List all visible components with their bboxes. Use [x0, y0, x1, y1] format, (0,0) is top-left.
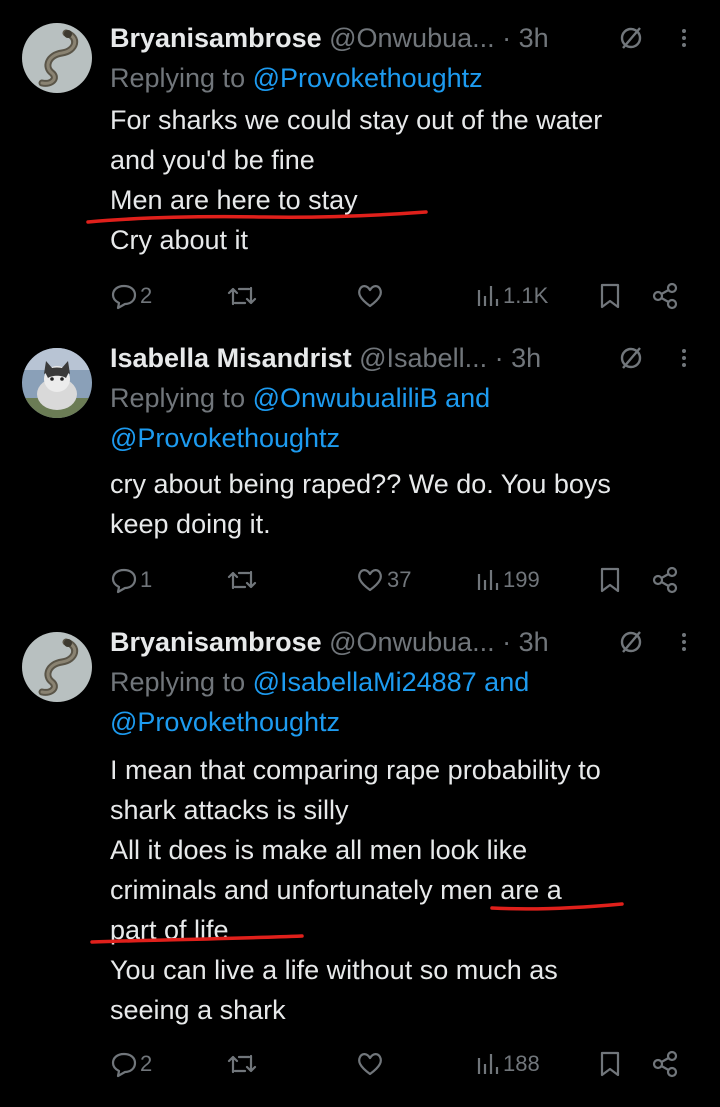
like-button[interactable]: 37: [355, 562, 411, 598]
reply-icon: [111, 284, 137, 310]
text-line: All it does is make all men look like: [110, 835, 528, 865]
tweet-text: cry about being raped?? We do. You boys …: [110, 464, 708, 544]
repost-button[interactable]: [225, 562, 259, 598]
text-line: part of life: [110, 915, 229, 945]
tweet-header: Bryanisambrose @Onwubua... · 3h: [110, 622, 708, 662]
mention-link[interactable]: @OnwubualiliB: [253, 383, 438, 413]
bookmark-button[interactable]: [596, 562, 624, 598]
mute-icon[interactable]: [618, 345, 644, 371]
views-button[interactable]: 1.1K: [475, 278, 548, 314]
text-line: For sharks we could stay out of the wate…: [110, 105, 603, 135]
mention-link[interactable]: @Provokethoughtz: [110, 707, 340, 737]
display-name[interactable]: Isabella Misandrist: [110, 343, 352, 373]
repost-button[interactable]: [225, 1046, 259, 1082]
action-bar: 2 188: [110, 1046, 700, 1082]
like-icon: [358, 569, 382, 592]
reply-button[interactable]: 2: [110, 1046, 152, 1082]
share-icon: [652, 1050, 678, 1078]
display-name[interactable]: Bryanisambrose: [110, 23, 322, 53]
reply-icon: [111, 568, 137, 594]
text-line: and you'd be fine: [110, 145, 315, 175]
reply-icon: [111, 1052, 137, 1078]
like-icon: [358, 285, 382, 308]
bookmark-button[interactable]: [596, 278, 624, 314]
views-icon: [477, 570, 499, 590]
tweet-header: Bryanisambrose @Onwubua... · 3h: [110, 18, 708, 58]
timestamp[interactable]: · 3h: [502, 627, 549, 657]
bookmark-icon: [600, 1051, 620, 1077]
share-icon: [652, 282, 678, 310]
views-icon: [477, 286, 499, 306]
share-button[interactable]: [650, 278, 680, 314]
more-icon[interactable]: [674, 344, 694, 372]
reply-button[interactable]: 1: [110, 562, 152, 598]
reply-count: 2: [140, 283, 153, 308]
tweet-header: Isabella Misandrist @Isabell... · 3h: [110, 338, 708, 378]
reply-count: 1: [140, 567, 153, 592]
views-count: 1.1K: [503, 283, 549, 308]
avatar[interactable]: [22, 632, 92, 702]
repost-button[interactable]: [225, 278, 259, 314]
text-line: Men are here to stay: [110, 185, 358, 215]
cat-avatar-icon: [22, 348, 92, 418]
more-icon[interactable]: [674, 628, 694, 656]
mute-icon[interactable]: [618, 629, 644, 655]
text-line: You can live a life without so much as: [110, 955, 558, 985]
timestamp[interactable]: · 3h: [502, 23, 549, 53]
repost-icon: [227, 1054, 257, 1074]
avatar[interactable]: [22, 23, 92, 93]
action-bar: 2 1.1K: [110, 278, 700, 314]
like-button[interactable]: [355, 1046, 385, 1082]
mention-link[interactable]: @Provokethoughtz: [253, 63, 483, 93]
views-count: 199: [503, 567, 540, 592]
tweet-text: For sharks we could stay out of the wate…: [110, 100, 708, 260]
reply-count: 2: [140, 1051, 153, 1076]
replying-to: Replying to @OnwubualiliB and @Provoketh…: [110, 383, 491, 453]
text-line: shark attacks is silly: [110, 795, 349, 825]
share-icon: [652, 566, 678, 594]
text-line: criminals and unfortunately men are a: [110, 875, 562, 905]
text-line: keep doing it.: [110, 509, 271, 539]
username[interactable]: @Onwubua...: [329, 627, 495, 657]
views-icon: [477, 1054, 499, 1074]
views-button[interactable]: 199: [475, 562, 540, 598]
username[interactable]: @Onwubua...: [329, 23, 495, 53]
reply-button[interactable]: 2: [110, 278, 152, 314]
repost-icon: [227, 570, 257, 590]
bookmark-icon: [600, 567, 620, 593]
mention-link[interactable]: @IsabellaMi24887: [253, 667, 477, 697]
timestamp[interactable]: · 3h: [495, 343, 542, 373]
text-line: Cry about it: [110, 225, 249, 255]
replying-to: Replying to @IsabellaMi24887 and @Provok…: [110, 667, 530, 737]
repost-icon: [227, 286, 257, 306]
more-icon[interactable]: [674, 24, 694, 52]
like-button[interactable]: [355, 278, 385, 314]
mute-icon[interactable]: [618, 25, 644, 51]
text-line: I mean that comparing rape probability t…: [110, 755, 601, 785]
views-count: 188: [503, 1051, 540, 1076]
snake-avatar-icon: [22, 632, 92, 702]
bookmark-icon: [600, 283, 620, 309]
share-button[interactable]: [650, 562, 680, 598]
snake-avatar-icon: [22, 23, 92, 93]
text-line: cry about being raped?? We do. You boys: [110, 469, 611, 499]
text-line: seeing a shark: [110, 995, 286, 1025]
like-count: 37: [387, 567, 412, 592]
share-button[interactable]: [650, 1046, 680, 1082]
username[interactable]: @Isabell...: [359, 343, 487, 373]
mention-link[interactable]: @Provokethoughtz: [110, 423, 340, 453]
bookmark-button[interactable]: [596, 1046, 624, 1082]
views-button[interactable]: 188: [475, 1046, 540, 1082]
tweet-text: I mean that comparing rape probability t…: [110, 750, 708, 1030]
avatar[interactable]: [22, 348, 92, 418]
action-bar: 1 37 199: [110, 562, 700, 598]
display-name[interactable]: Bryanisambrose: [110, 627, 322, 657]
replying-to: Replying to @Provokethoughtz: [110, 63, 483, 93]
like-icon: [358, 1053, 382, 1076]
